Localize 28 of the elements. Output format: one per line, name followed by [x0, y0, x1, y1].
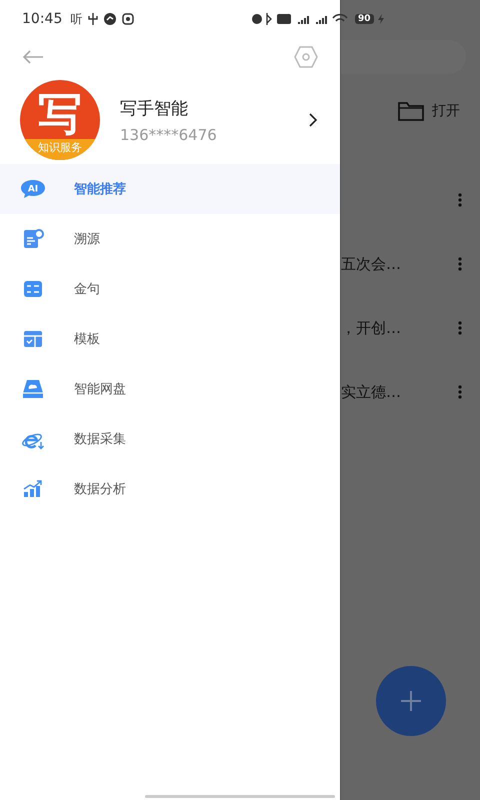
- status-app-glyph: 听: [70, 10, 82, 28]
- ai-chat-bubble-icon: AI: [20, 179, 46, 199]
- menu-item[interactable]: AI 智能推荐: [0, 164, 340, 214]
- more-options-icon[interactable]: [458, 257, 462, 271]
- chevron-right-icon[interactable]: [308, 112, 318, 128]
- back-arrow-icon[interactable]: [22, 50, 44, 64]
- menu-item[interactable]: 模板: [0, 314, 340, 364]
- app-logo: 写 知识服务: [20, 80, 100, 160]
- more-options-icon[interactable]: [458, 321, 462, 335]
- status-search-icon: [122, 13, 134, 25]
- more-options-icon[interactable]: [458, 193, 462, 207]
- cloud-drive-icon: [20, 379, 46, 399]
- menu-item[interactable]: 数据采集: [0, 414, 340, 464]
- charging-icon: [378, 14, 384, 24]
- settings-icon[interactable]: [294, 46, 318, 68]
- user-name: 写手智能: [120, 98, 189, 120]
- menu-item[interactable]: 智能网盘: [0, 364, 340, 414]
- user-phone: 136****6476: [120, 126, 218, 144]
- menu-item[interactable]: 金句: [0, 264, 340, 314]
- more-options-icon[interactable]: [458, 385, 462, 399]
- plus-icon: [400, 690, 422, 712]
- status-circle-icon: [104, 13, 116, 25]
- menu-item[interactable]: 数据分析: [0, 464, 340, 514]
- folder-icon[interactable]: [398, 101, 424, 121]
- menu-item[interactable]: 溯源: [0, 214, 340, 264]
- battery-level: 90: [355, 14, 374, 24]
- status-time: 10:45: [22, 11, 62, 27]
- usb-icon: [88, 13, 98, 25]
